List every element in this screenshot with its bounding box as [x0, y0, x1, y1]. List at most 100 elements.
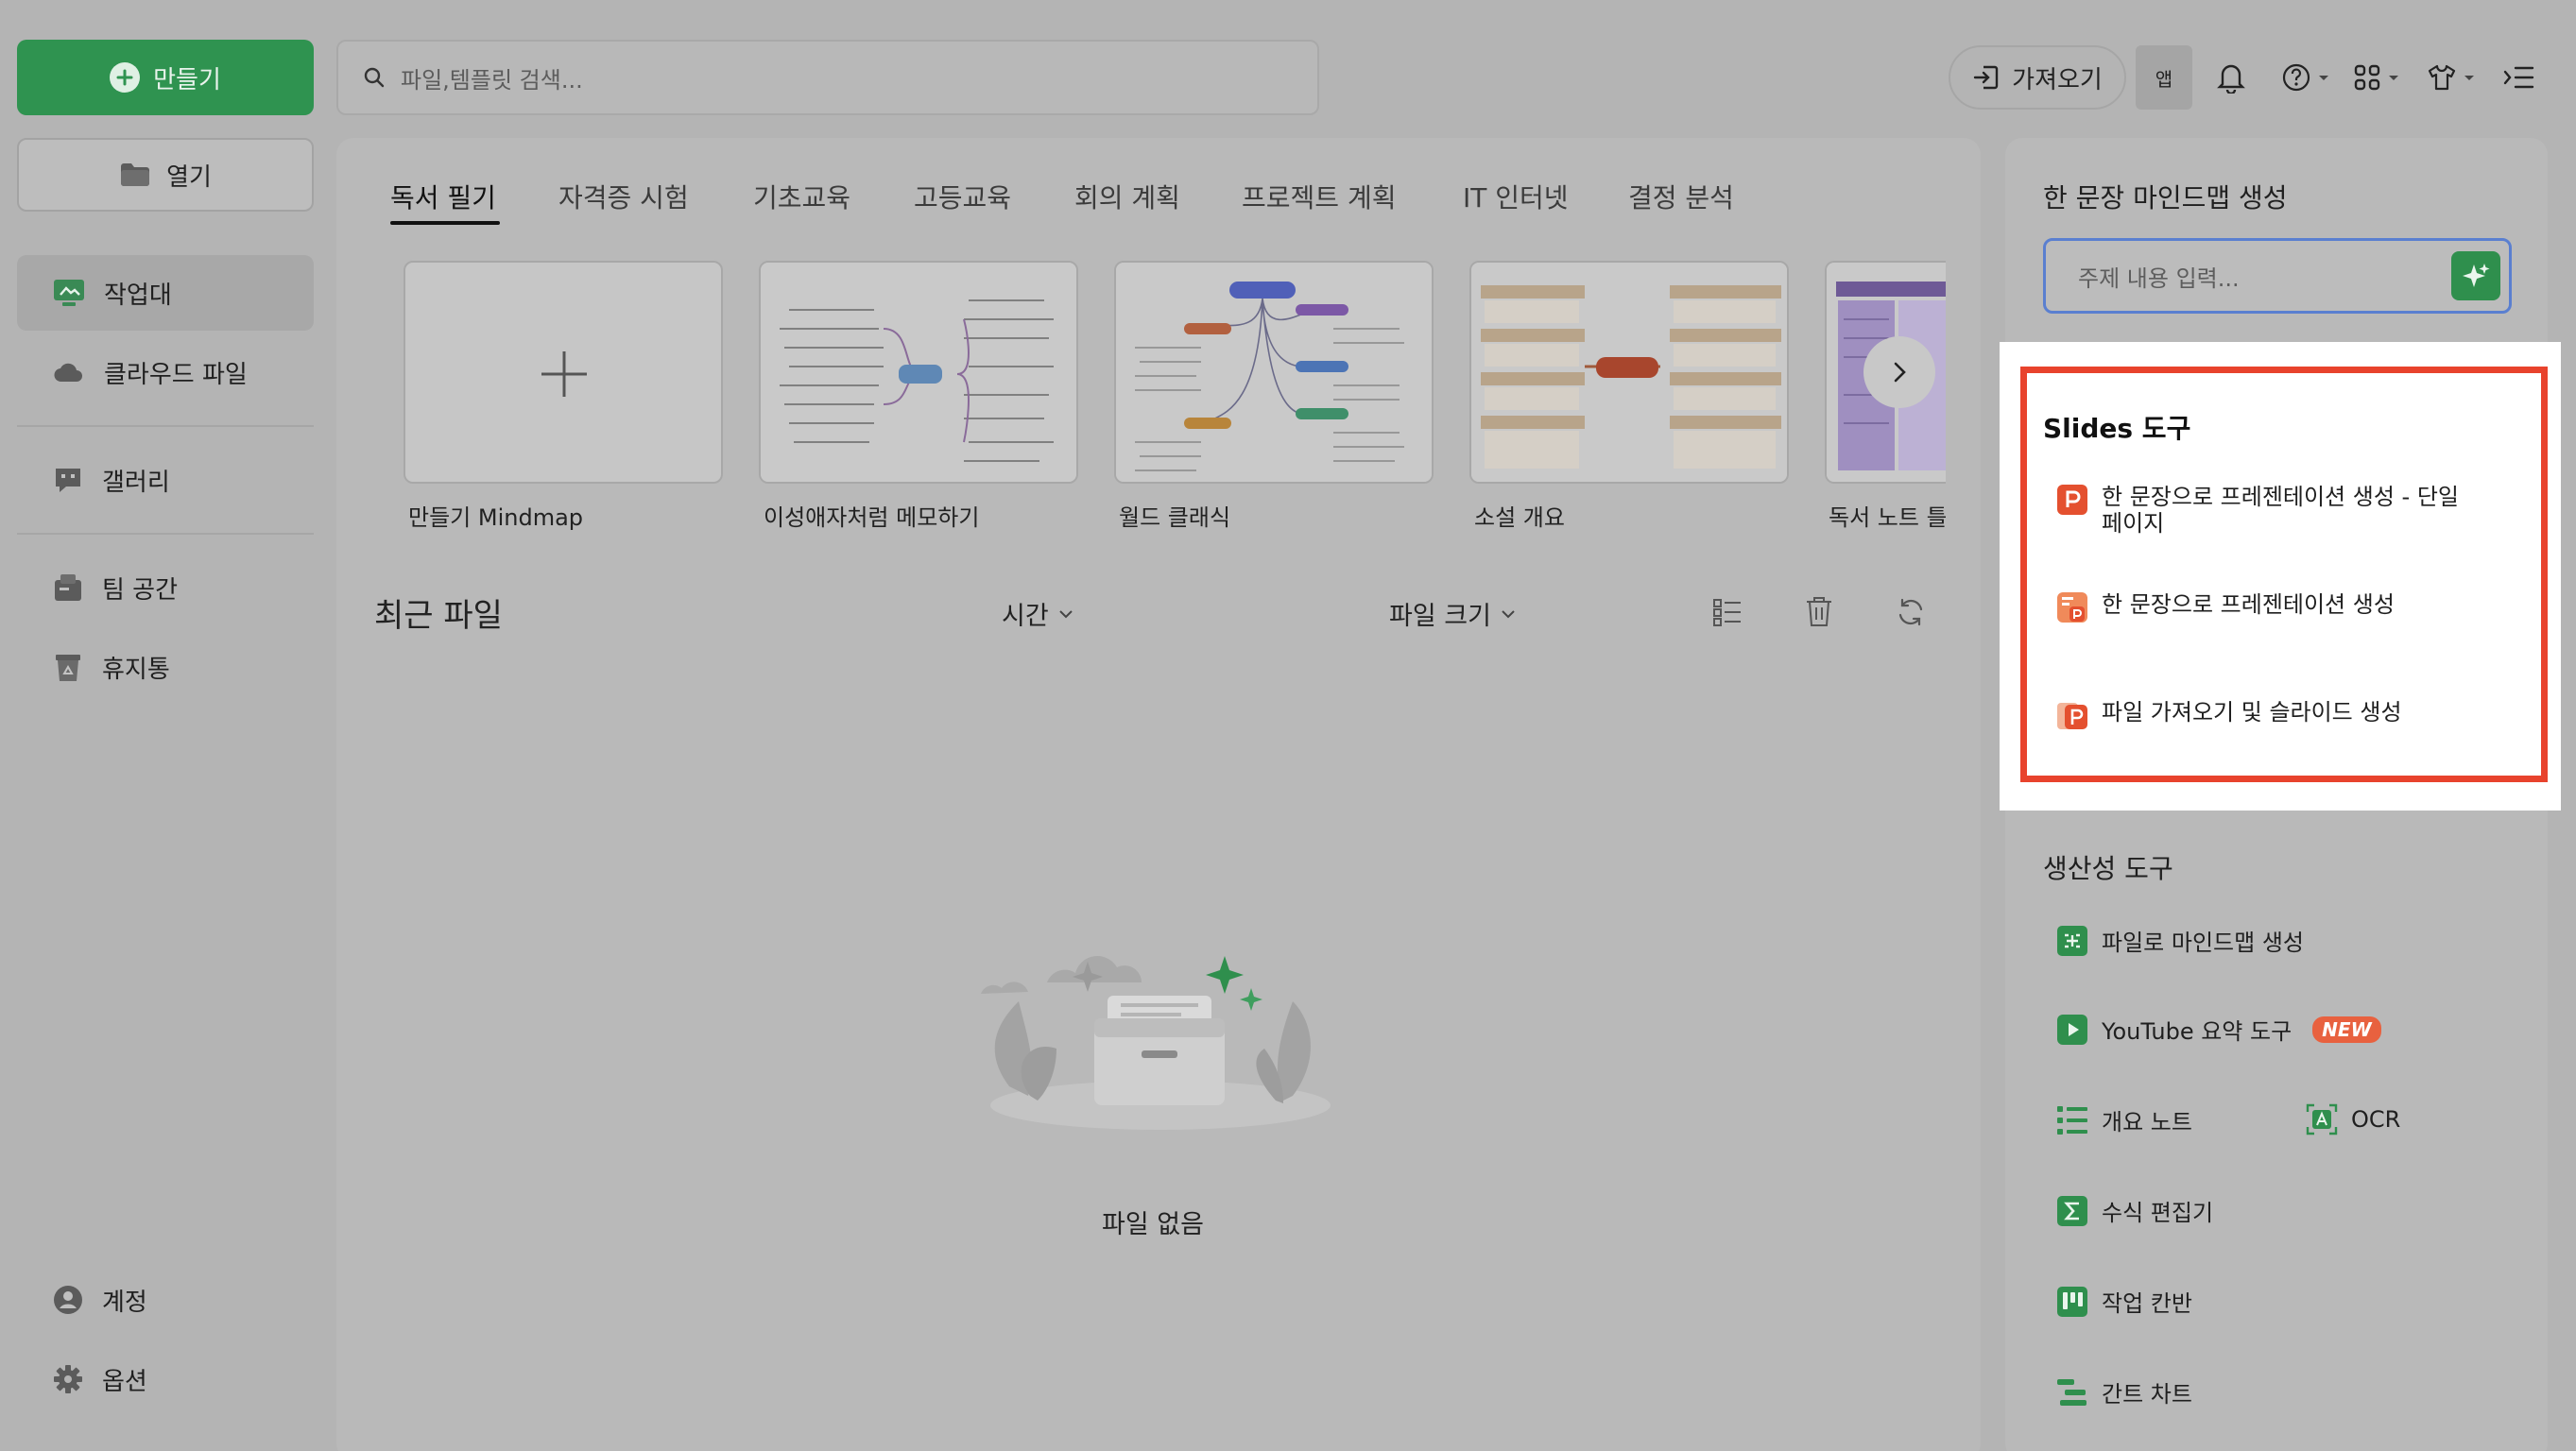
sidebar-item-account[interactable]: 계정 — [17, 1262, 314, 1338]
tool-label: YouTube 요약 도구 — [2102, 1018, 2293, 1045]
youtube-icon — [2056, 1014, 2088, 1046]
tool-task-kanban[interactable]: 작업 칸반 — [2056, 1285, 2192, 1318]
sidebar-item-workbench[interactable]: 작업대 — [17, 255, 314, 331]
search-input[interactable]: 파일,템플릿 검색... — [336, 40, 1319, 115]
slides-tool-single-page[interactable]: 한 문장으로 프레젠테이션 생성 - 단일 페이지 — [2056, 484, 2459, 537]
sort-by-size-dropdown[interactable]: 파일 크기 — [1389, 595, 1516, 632]
tool-gantt-chart[interactable]: 간트 차트 — [2056, 1375, 2192, 1408]
open-button-label: 열기 — [166, 162, 212, 192]
template-card-novel-outline[interactable] — [1469, 261, 1789, 484]
tool-label: 파일 가져오기 및 슬라이드 생성 — [2102, 699, 2402, 726]
productivity-tools-title: 생산성 도구 — [2043, 853, 2173, 884]
help-menu[interactable] — [2281, 59, 2330, 96]
template-label: 독서 노트 틀 — [1829, 504, 1946, 531]
app-button[interactable]: 앱 — [2136, 45, 2192, 110]
template-card-memo[interactable] — [759, 261, 1078, 484]
template-thumbnail — [1471, 263, 1787, 482]
list-view-icon[interactable] — [1712, 597, 1743, 627]
outline-list-icon — [2056, 1104, 2088, 1136]
slides-tool-import-file[interactable]: 파일 가져오기 및 슬라이드 생성 — [2056, 699, 2402, 731]
gantt-icon — [2056, 1376, 2088, 1408]
tool-file-to-mindmap[interactable]: 파일로 마인드맵 생성 — [2056, 924, 2304, 957]
tool-label: 수식 편집기 — [2102, 1200, 2214, 1226]
help-icon — [2281, 62, 2311, 93]
sort-by-time-dropdown[interactable]: 시간 — [1002, 595, 1073, 632]
tool-label: 개요 노트 — [2102, 1109, 2192, 1135]
chevron-down-icon — [1501, 609, 1516, 619]
tab-it-internet[interactable]: IT 인터넷 — [1463, 178, 1569, 215]
sidebar-item-label: 작업대 — [104, 281, 172, 310]
app-label: 앱 — [2155, 67, 2173, 91]
search-icon — [363, 66, 386, 89]
template-label: 월드 클래식 — [1119, 504, 1231, 531]
delete-icon[interactable] — [1805, 595, 1833, 627]
chevron-down-icon — [2387, 73, 2400, 82]
sort-label: 파일 크기 — [1389, 602, 1491, 631]
import-label: 가져오기 — [2012, 65, 2103, 94]
tab-decision-analysis[interactable]: 결정 분석 — [1628, 178, 1734, 215]
tab-project-planning[interactable]: 프로젝트 계획 — [1242, 178, 1396, 215]
sidebar-item-label: 휴지통 — [102, 655, 170, 684]
create-button[interactable]: 만들기 — [17, 40, 314, 115]
sidebar-item-team-space[interactable]: 팀 공간 — [17, 550, 314, 625]
sidebar-item-label: 갤러리 — [102, 468, 170, 497]
sidebar-item-label: 클라우드 파일 — [104, 360, 248, 389]
import-button[interactable]: 가져오기 — [1949, 45, 2126, 110]
search-placeholder: 파일,템플릿 검색... — [401, 66, 583, 94]
sidebar-item-options[interactable]: 옵션 — [17, 1341, 314, 1417]
template-thumbnail — [1116, 263, 1432, 482]
team-space-icon — [53, 572, 83, 603]
tab-reading-notes[interactable]: 독서 필기 — [390, 178, 496, 215]
sidebar-item-label: 계정 — [102, 1288, 147, 1317]
slides-tools-title: Slides 도구 — [2043, 413, 2191, 444]
ai-presentation-icon — [2056, 591, 2088, 623]
sidebar-divider — [17, 533, 314, 535]
tool-label: OCR — [2351, 1106, 2401, 1133]
tool-ocr[interactable]: OCR — [2306, 1103, 2400, 1135]
account-icon — [53, 1285, 83, 1315]
sidebar-item-label: 팀 공간 — [102, 575, 179, 605]
tab-meeting-planning[interactable]: 회의 계획 — [1074, 178, 1180, 215]
gear-icon — [53, 1364, 83, 1394]
tool-label: 작업 칸반 — [2102, 1290, 2192, 1317]
sidebar-item-cloud-files[interactable]: 클라우드 파일 — [17, 334, 314, 410]
tool-label: 파일로 마인드맵 생성 — [2102, 930, 2304, 956]
tool-label: 한 문장으로 프레젠테이션 생성 — [2102, 591, 2395, 618]
folder-icon — [119, 162, 151, 188]
tab-higher-education[interactable]: 고등교육 — [914, 178, 1011, 215]
sidebar-item-gallery[interactable]: 갤러리 — [17, 442, 314, 518]
import-icon — [1972, 63, 2001, 92]
tab-certification-exam[interactable]: 자격증 시험 — [558, 178, 689, 215]
slides-tool-one-sentence[interactable]: 한 문장으로 프레젠테이션 생성 — [2056, 591, 2395, 623]
kanban-icon — [2056, 1286, 2088, 1318]
tab-basic-education[interactable]: 기초교육 — [753, 178, 850, 215]
tool-outline-note[interactable]: 개요 노트 — [2056, 1103, 2192, 1136]
tool-youtube-summary[interactable]: YouTube 요약 도구 NEW — [2056, 1013, 2381, 1046]
template-label: 이성애자처럼 메모하기 — [764, 504, 980, 531]
sidebar-item-trash[interactable]: 휴지통 — [17, 629, 314, 705]
template-thumbnail — [761, 263, 1076, 482]
template-card-new-mindmap[interactable] — [404, 261, 723, 484]
theme-menu[interactable] — [2427, 59, 2476, 96]
collapse-panel-icon[interactable] — [2502, 59, 2534, 96]
refresh-icon[interactable] — [1896, 597, 1926, 627]
template-label: 만들기 Mindmap — [408, 504, 584, 531]
presentation-icon — [2056, 484, 2088, 516]
template-card-world-classic[interactable] — [1114, 261, 1434, 484]
tool-label: 간트 차트 — [2102, 1381, 2192, 1408]
workbench-icon — [53, 279, 85, 307]
open-button[interactable]: 열기 — [17, 138, 314, 212]
shirt-icon — [2427, 63, 2457, 92]
generate-button[interactable] — [2451, 251, 2500, 300]
topic-placeholder: 주제 내용 입력... — [2078, 265, 2240, 292]
topic-input[interactable]: 주제 내용 입력... — [2043, 238, 2512, 314]
tool-formula-editor[interactable]: 수식 편집기 — [2056, 1194, 2213, 1227]
sparkle-icon — [2461, 261, 2491, 291]
carousel-next-button[interactable] — [1863, 336, 1935, 408]
new-badge: NEW — [2312, 1016, 2381, 1043]
notification-bell-icon[interactable] — [2217, 59, 2245, 96]
ocr-icon — [2306, 1103, 2338, 1135]
apps-menu[interactable] — [2353, 59, 2400, 96]
sidebar-divider — [17, 425, 314, 427]
create-button-label: 만들기 — [153, 65, 221, 94]
